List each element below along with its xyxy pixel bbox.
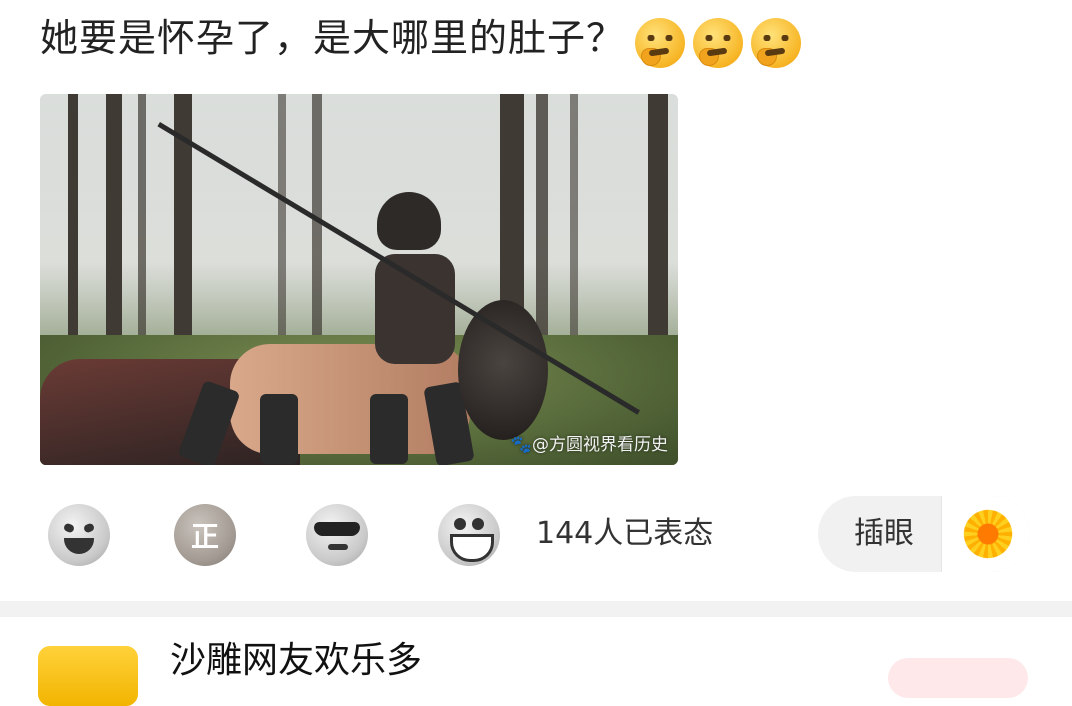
post-text: 她要是怀孕了，是大哪里的肚子？: [40, 8, 809, 68]
next-card-follow-button[interactable]: [888, 658, 1028, 698]
thinking-face-icon: [693, 18, 744, 68]
sunglasses-icon[interactable]: [306, 504, 368, 566]
section-divider: [0, 601, 1072, 617]
next-card-avatar[interactable]: [38, 646, 138, 706]
laugh-cry-icon[interactable]: [48, 504, 110, 566]
thinking-face-icon: [635, 18, 686, 68]
poke-label: 插眼: [854, 516, 914, 551]
thinking-face-icon: [751, 18, 802, 68]
sunflower-icon: [960, 506, 1016, 562]
image-watermark: 🐾@方圆视界看历史: [510, 435, 668, 455]
reaction-bar: 正 144人已表态 插眼: [40, 496, 1040, 572]
poke-button[interactable]: 插眼: [818, 496, 1030, 572]
next-card-title[interactable]: 沙雕网友欢乐多: [170, 638, 422, 684]
post-text-content: 她要是怀孕了，是大哪里的肚子？: [40, 16, 626, 60]
zheng-label: 正: [190, 520, 219, 553]
reaction-count[interactable]: 144人已表态: [536, 514, 713, 554]
post-image[interactable]: 🐾@方圆视界看历史: [40, 94, 678, 465]
sunflower-button[interactable]: [942, 496, 1030, 572]
grin-icon[interactable]: [438, 504, 500, 566]
post-emoji-row: [635, 11, 809, 71]
zheng-icon[interactable]: 正: [174, 504, 236, 566]
